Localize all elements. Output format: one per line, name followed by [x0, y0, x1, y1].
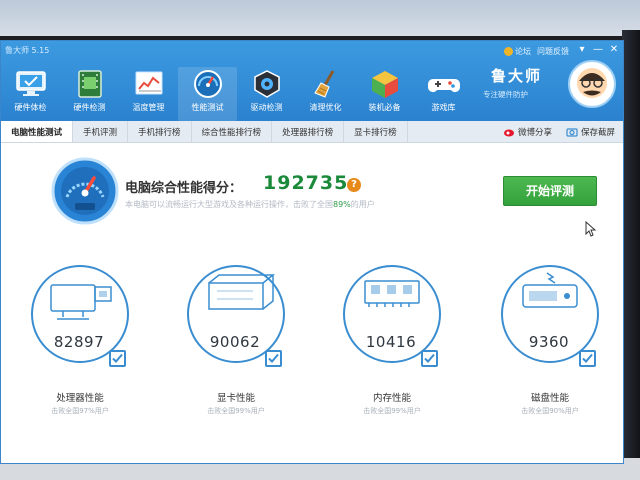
- weibo-share-label: 微博分享: [517, 128, 552, 138]
- app-title: 鲁大师 5.15: [5, 46, 50, 55]
- score-description: 本电脑可以流畅运行大型游戏及各种运行操作，击败了全国89%的用户: [125, 199, 375, 210]
- toolbar-label: 驱动检测: [250, 103, 283, 112]
- title-bar: 鲁大师 5.15 论坛 问题反馈 ▾ — ✕: [1, 41, 623, 61]
- save-screenshot-label: 保存截屏: [580, 128, 615, 138]
- score-description-text: 本电脑可以流畅运行大型游戏及各种运行操作，击败了全国: [125, 200, 333, 209]
- forum-link-label: 论坛: [515, 47, 531, 56]
- processor-desc: 击败全国97%用户: [51, 407, 109, 415]
- memory-score: 10416: [365, 333, 417, 351]
- tab-overall-ranking[interactable]: 综合性能排行榜: [192, 121, 273, 142]
- tab-graphics-ranking[interactable]: 显卡排行榜: [344, 121, 408, 142]
- memory-desc: 击败全国99%用户: [363, 407, 421, 415]
- processor-checkbox[interactable]: [109, 350, 126, 367]
- graphics-title: 显卡性能: [216, 393, 255, 404]
- checkmark-icon: [268, 353, 279, 363]
- ludashi-mascot-avatar: [568, 60, 616, 108]
- start-benchmark-button[interactable]: 开始评测: [503, 176, 597, 206]
- disk-desc: 击败全国90%用户: [521, 407, 579, 415]
- main-toolbar: 硬件体检 硬件检测 温度管理 性能测试 驱动检测 清理优化 装机必备 游戏库: [1, 67, 473, 121]
- performance-test-panel: 电脑综合性能得分： 192735 ? 本电脑可以流畅运行大型游戏及各种运行操作，…: [1, 143, 623, 463]
- brand-name: 鲁大师: [491, 67, 543, 85]
- chip-icon: [77, 70, 102, 98]
- window-controls: ▾ — ✕: [577, 44, 619, 55]
- memory-card: 10416 内存性能 击败全国99%用户: [341, 263, 451, 453]
- toolbar-item-hardware-checkup[interactable]: 硬件体检: [1, 67, 60, 121]
- total-score-value: 192735: [263, 172, 349, 194]
- performance-gauge-icon: [51, 157, 119, 225]
- tab-phone-ranking[interactable]: 手机排行榜: [128, 121, 192, 142]
- graphics-desc: 击败全国99%用户: [207, 407, 265, 415]
- total-score-label: 电脑综合性能得分：: [125, 181, 243, 196]
- monitor-bezel: [622, 30, 640, 480]
- monitor-check-icon: [15, 71, 46, 96]
- toolbar-label: 硬件体检: [14, 103, 47, 112]
- processor-title: 处理器性能: [56, 393, 104, 404]
- mouse-cursor-icon: [585, 221, 597, 237]
- gamepad-icon: [427, 79, 460, 92]
- toolbar-label: 温度管理: [132, 103, 165, 112]
- menu-dropdown-button[interactable]: ▾: [577, 44, 587, 55]
- help-icon[interactable]: ?: [347, 178, 361, 192]
- weibo-share-button[interactable]: 微博分享: [503, 126, 552, 138]
- broom-icon: [313, 70, 334, 98]
- disk-title: 磁盘性能: [530, 393, 569, 404]
- processor-card: 82897 处理器性能 击败全国97%用户: [29, 263, 139, 453]
- forum-link[interactable]: 论坛: [504, 46, 531, 57]
- graphics-score: 90062: [209, 333, 261, 351]
- temperature-chart-icon: [135, 71, 162, 95]
- disk-checkbox[interactable]: [579, 350, 596, 367]
- ludashi-window: 鲁大师 5.15 论坛 问题反馈 ▾ — ✕ 硬件体检 硬件检测 温度管理 性能…: [0, 40, 624, 464]
- component-score-cards: 82897 处理器性能 击败全国97%用户 90062 显卡性能 击败全国99%…: [1, 263, 623, 453]
- toolbar-item-game-library[interactable]: 游戏库: [414, 67, 473, 121]
- minimize-button[interactable]: —: [593, 44, 603, 55]
- coin-icon: [504, 47, 513, 56]
- checkmark-icon: [424, 353, 435, 363]
- feedback-link-label: 问题反馈: [537, 47, 569, 56]
- toolbar-label: 性能测试: [191, 103, 224, 112]
- toolbar-item-temperature[interactable]: 温度管理: [119, 67, 178, 121]
- speedometer-icon: [193, 70, 222, 98]
- toolbar-label: 游戏库: [431, 103, 456, 112]
- app-header: 鲁大师 5.15 论坛 问题反馈 ▾ — ✕ 硬件体检 硬件检测 温度管理 性能…: [1, 41, 623, 121]
- toolbar-item-performance-test[interactable]: 性能测试: [178, 67, 237, 121]
- brand-slogan: 专注硬件防护: [483, 90, 528, 99]
- toolbar-item-cleanup[interactable]: 清理优化: [296, 67, 355, 121]
- disk-card: 9360 磁盘性能 击败全国90%用户: [499, 263, 609, 453]
- toolbar-label: 装机必备: [368, 103, 401, 112]
- cube-icon: [371, 71, 398, 98]
- feedback-link[interactable]: 问题反馈: [537, 46, 569, 57]
- toolbar-item-driver-detect[interactable]: 驱动检测: [237, 67, 296, 121]
- graphics-card: 90062 显卡性能 击败全国99%用户: [185, 263, 295, 453]
- driver-gear-icon: [253, 70, 280, 98]
- checkmark-icon: [582, 353, 593, 363]
- processor-score: 82897: [53, 333, 105, 351]
- disk-score: 9360: [528, 333, 570, 351]
- close-button[interactable]: ✕: [609, 44, 619, 55]
- save-screenshot-button[interactable]: 保存截屏: [566, 126, 615, 138]
- weibo-icon: [503, 129, 514, 137]
- toolbar-item-essentials[interactable]: 装机必备: [355, 67, 414, 121]
- memory-checkbox[interactable]: [421, 350, 438, 367]
- screen-background-top: [0, 0, 640, 36]
- sub-tabs: 电脑性能测试 手机评测 手机排行榜 综合性能排行榜 处理器排行榜 显卡排行榜 微…: [1, 121, 623, 143]
- toolbar-label: 硬件检测: [73, 103, 106, 112]
- toolbar-label: 清理优化: [309, 103, 342, 112]
- tab-phone-review[interactable]: 手机评测: [73, 121, 129, 142]
- tab-processor-ranking[interactable]: 处理器排行榜: [272, 121, 345, 142]
- tab-pc-performance-test[interactable]: 电脑性能测试: [1, 121, 74, 142]
- tab-actions: 微博分享 保存截屏: [503, 121, 615, 143]
- score-description-suffix: 的用户: [350, 200, 375, 209]
- checkmark-icon: [112, 353, 123, 363]
- graphics-checkbox[interactable]: [265, 350, 282, 367]
- toolbar-item-hardware-detect[interactable]: 硬件检测: [60, 67, 119, 121]
- brand-area: 鲁大师 专注硬件防护: [477, 59, 617, 119]
- title-links: 论坛 问题反馈: [504, 46, 569, 57]
- score-percentile: 89%: [333, 200, 351, 209]
- camera-icon: [566, 128, 578, 137]
- memory-title: 内存性能: [372, 393, 411, 404]
